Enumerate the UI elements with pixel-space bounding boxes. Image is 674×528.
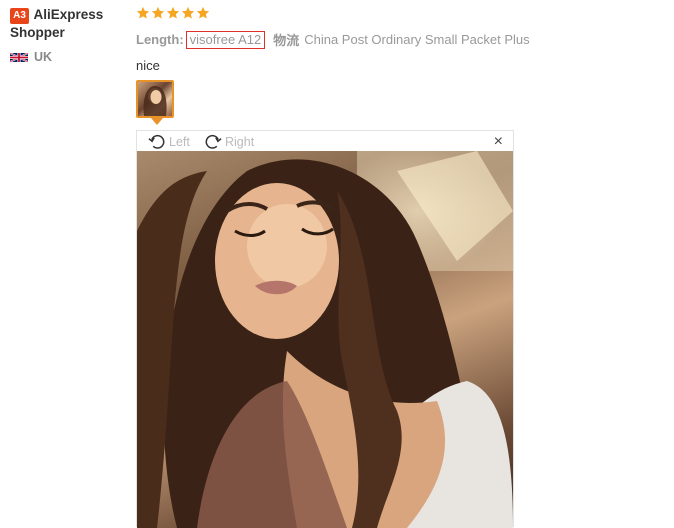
rotate-right-button[interactable]: Right (203, 132, 254, 151)
country-label: UK (34, 50, 53, 64)
rotate-left-icon (148, 134, 165, 149)
rotate-left-label: Left (169, 134, 190, 149)
rotate-right-label: Right (225, 134, 255, 149)
reviewer-name-block: A3 AliExpress Shopper (10, 6, 130, 42)
level-badge: A3 (10, 8, 29, 24)
photo-illustration (137, 151, 513, 528)
star-icon (151, 6, 165, 19)
reviewer-name-first: AliExpress (33, 7, 104, 22)
star-icon (166, 6, 180, 19)
length-value: visofree A12 (185, 30, 266, 49)
rotate-right-icon (205, 134, 222, 149)
viewer-toolbar: Left Right × (137, 131, 513, 151)
star-icon (196, 6, 210, 19)
star-icon (181, 6, 195, 19)
shipping-value: China Post Ordinary Small Packet Plus (304, 32, 530, 47)
rotate-left-button[interactable]: Left (147, 132, 190, 151)
shipping-label: 物流 (273, 33, 300, 48)
photo-viewer: Left Right × (136, 130, 514, 528)
reviewer-country: UK (10, 50, 130, 64)
review-photo-thumbnail[interactable] (136, 80, 174, 118)
length-label: Length: (136, 32, 184, 47)
review-comment: nice (136, 58, 160, 73)
star-rating (136, 6, 666, 24)
reviewer-name-second: Shopper (10, 25, 65, 40)
star-icon (136, 6, 150, 19)
uk-flag-icon (10, 51, 28, 63)
thumbnail-image (143, 86, 167, 116)
thumbnail-pointer (151, 118, 163, 125)
review-photo-large (137, 151, 513, 528)
review-body: Length: visofree A12 物流 China Post Ordin… (136, 6, 666, 73)
review-attributes: Length: visofree A12 物流 China Post Ordin… (136, 30, 666, 49)
reviewer-info: A3 AliExpress Shopper UK (10, 6, 130, 64)
close-viewer-button[interactable]: × (494, 133, 503, 151)
